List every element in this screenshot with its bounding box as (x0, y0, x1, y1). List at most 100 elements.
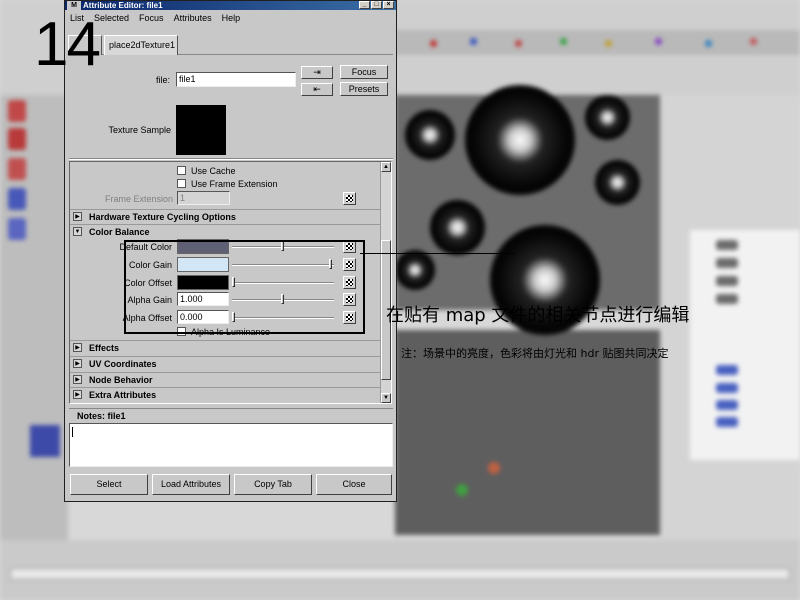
output-connection-button[interactable]: ⇤ (301, 83, 333, 96)
window-titlebar[interactable]: M Attribute Editor: file1 _ □ × (65, 1, 396, 10)
text-caret (72, 427, 73, 437)
section-color-balance-label: Color Balance (89, 227, 150, 237)
frame-extension-label: Frame Extension (104, 194, 173, 204)
background-tool-icon (8, 188, 26, 210)
section-effects-label: Effects (89, 343, 120, 353)
focus-button[interactable]: Focus (340, 65, 388, 79)
background-outliner-item (716, 365, 738, 375)
menu-focus[interactable]: Focus (139, 11, 164, 25)
use-cache-checkbox[interactable] (177, 166, 186, 175)
expand-arrow-icon: ▶ (73, 359, 82, 368)
section-node-behavior[interactable]: ▶ Node Behavior (70, 372, 380, 386)
background-shelf-icon (430, 40, 437, 47)
attribute-scroll-area[interactable]: Use Cache Use Frame Extension Frame Exte… (69, 161, 392, 404)
background-tool-icon (8, 158, 26, 180)
menu-bar: List Selected Focus Attributes Help (65, 11, 396, 25)
copy-tab-button[interactable]: Copy Tab (234, 474, 312, 495)
minimize-button[interactable]: _ (359, 1, 370, 9)
file-label: file: (155, 75, 170, 85)
collapse-arrow-icon: ▼ (73, 227, 82, 236)
arrow-in-icon: ⇥ (313, 67, 321, 77)
background-tool-icon (8, 100, 26, 122)
section-color-balance[interactable]: ▼ Color Balance (70, 224, 380, 238)
section-hardware-texture-cycling-label: Hardware Texture Cycling Options (89, 212, 236, 222)
section-uv-coordinates-label: UV Coordinates (89, 359, 157, 369)
expand-arrow-icon: ▶ (73, 343, 82, 352)
tab-place2dtexture1[interactable]: place2dTexture1 (104, 35, 178, 55)
background-outliner-item (716, 383, 738, 393)
select-button[interactable]: Select (70, 474, 148, 495)
background-shelf-icon (560, 38, 567, 45)
section-extra-attributes-label: Extra Attributes (89, 390, 157, 400)
background-light-marker (488, 462, 500, 474)
background-outliner-item (716, 240, 738, 250)
background-light-marker (456, 484, 468, 496)
window-title: Attribute Editor: file1 (83, 1, 163, 10)
expand-arrow-icon: ▶ (73, 375, 82, 384)
annotation-main-text: 在贴有 map 文件的相关节点进行编辑 (386, 305, 690, 326)
close-window-button[interactable]: × (383, 1, 394, 9)
notes-textarea[interactable] (69, 423, 393, 467)
background-shelf-icon (705, 40, 712, 47)
background-sphere (395, 250, 435, 290)
input-connection-button[interactable]: ⇥ (301, 66, 333, 79)
expand-arrow-icon: ▶ (73, 212, 82, 221)
background-outliner-item (716, 400, 738, 410)
file-name-field[interactable]: file1 (176, 72, 296, 87)
section-extra-attributes[interactable]: ▶ Extra Attributes (70, 387, 380, 401)
background-outliner-item (716, 276, 738, 286)
divider (69, 158, 393, 160)
background-outliner-item (716, 417, 738, 427)
texture-sample-swatch (176, 105, 226, 155)
step-number: 14 (34, 10, 101, 79)
menu-help[interactable]: Help (222, 11, 241, 25)
background-shelf-icon (655, 38, 662, 45)
load-attributes-button[interactable]: Load Attributes (152, 474, 230, 495)
background-outliner-item (716, 258, 738, 268)
frame-extension-map-button[interactable] (343, 192, 356, 205)
attribute-editor-window: M Attribute Editor: file1 _ □ × List Sel… (64, 0, 397, 502)
background-sphere (430, 200, 485, 255)
background-sphere (465, 85, 575, 195)
use-cache-label: Use Cache (191, 166, 236, 176)
background-shelf (395, 30, 800, 55)
notes-header: Notes: file1 (69, 408, 393, 422)
section-effects[interactable]: ▶ Effects (70, 340, 380, 354)
background-outliner (690, 230, 800, 460)
maximize-button[interactable]: □ (371, 1, 382, 9)
maya-app-icon: M (67, 1, 81, 10)
background-shelf-icon (470, 38, 477, 45)
background-shelf-icon (750, 38, 757, 45)
section-node-behavior-label: Node Behavior (89, 375, 153, 385)
background-outliner-item (716, 294, 738, 304)
background-blue-object (30, 425, 60, 457)
color-balance-highlight (124, 240, 365, 334)
annotation-connector-line (360, 253, 515, 254)
use-frame-extension-checkbox[interactable] (177, 179, 186, 188)
scroll-up-icon[interactable]: ▲ (381, 162, 391, 172)
use-frame-extension-label: Use Frame Extension (191, 179, 278, 189)
expand-arrow-icon: ▶ (73, 390, 82, 399)
background-shelf-icon (515, 40, 522, 47)
menu-attributes[interactable]: Attributes (174, 11, 212, 25)
background-tool-icon (8, 218, 26, 240)
arrow-out-icon: ⇤ (313, 84, 321, 94)
background-tool-icon (8, 128, 26, 150)
checker-icon (346, 195, 353, 202)
menu-selected[interactable]: Selected (94, 11, 129, 25)
background-sphere (405, 110, 455, 160)
background-sphere (585, 95, 630, 140)
annotation-sub-text: 注：场景中的亮度，色彩将由灯光和 hdr 贴图共同决定 (401, 347, 669, 360)
texture-sample-label: Texture Sample (108, 125, 171, 135)
node-tabs: place2dTexture1 (68, 27, 393, 55)
background-shelf-icon (605, 40, 612, 47)
section-hardware-texture-cycling[interactable]: ▶ Hardware Texture Cycling Options (70, 209, 380, 223)
vertical-scrollbar[interactable]: ▲ ▼ (380, 162, 391, 403)
presets-button[interactable]: Presets (340, 82, 388, 96)
frame-extension-field[interactable]: 1 (177, 191, 230, 205)
scroll-down-icon[interactable]: ▼ (381, 393, 391, 403)
close-button[interactable]: Close (316, 474, 392, 495)
background-timeline (10, 568, 790, 580)
section-uv-coordinates[interactable]: ▶ UV Coordinates (70, 356, 380, 370)
background-sphere (595, 160, 640, 205)
